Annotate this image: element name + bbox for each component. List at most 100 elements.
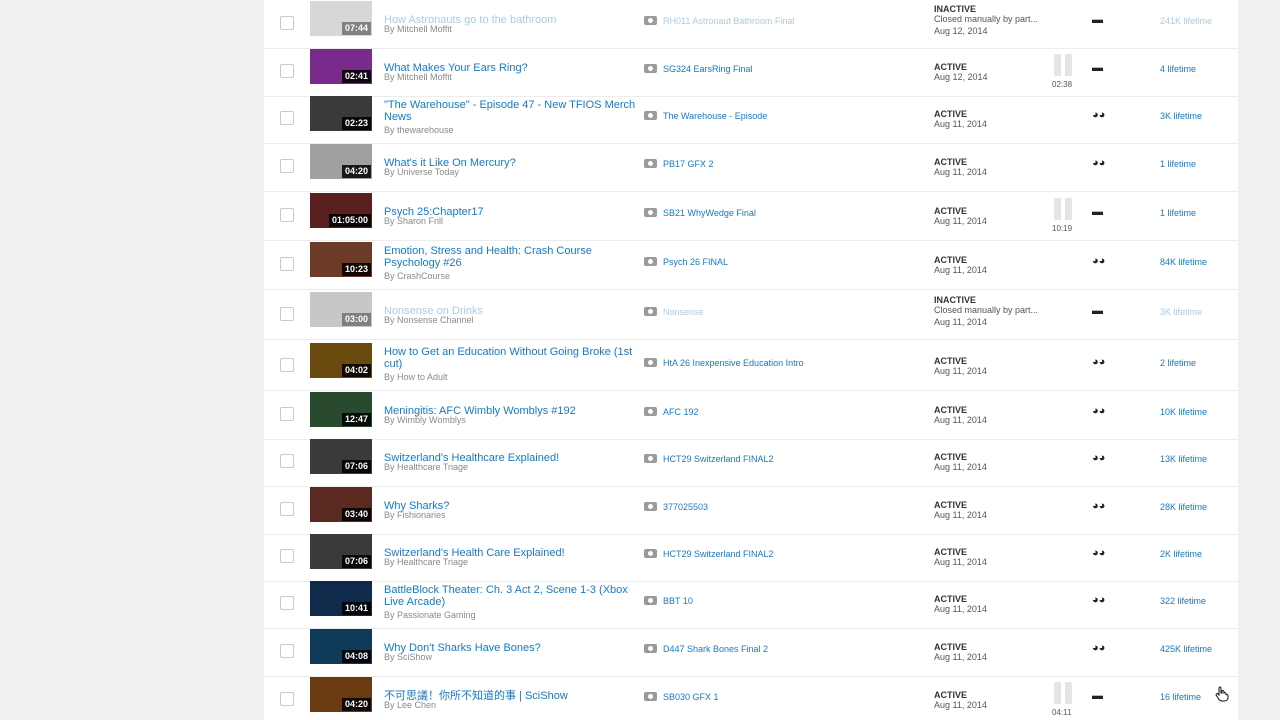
row-checkbox[interactable]	[280, 159, 294, 173]
table-row[interactable]: 07:06 Switzerland's Health Care Explaine…	[264, 533, 1238, 582]
table-row[interactable]: 07:44 How Astronauts go to the bathroom …	[264, 0, 1238, 49]
glasses-icon: ◕◕	[1092, 157, 1106, 169]
status-date: Aug 11, 2014	[934, 265, 987, 275]
video-title-link[interactable]: BattleBlock Theater: Ch. 3 Act 2, Scene …	[384, 584, 636, 608]
table-row[interactable]: 04:08 Why Don't Sharks Have Bones? By Sc…	[264, 628, 1238, 677]
row-checkbox[interactable]	[280, 407, 294, 421]
table-row[interactable]: 02:23 "The Warehouse" - Episode 47 - New…	[264, 95, 1238, 144]
ad-name-link[interactable]: SB21 WhyWedge Final	[663, 208, 756, 218]
hand-cursor-icon	[1215, 686, 1229, 702]
row-checkbox[interactable]	[280, 64, 294, 78]
table-row[interactable]: 03:40 Why Sharks? By Fishionaries 377025…	[264, 486, 1238, 535]
status-label: ACTIVE	[934, 547, 968, 557]
ad-name-link[interactable]: AFC 192	[663, 407, 699, 417]
ad-name-link[interactable]: HCT29 Switzerland FINAL2	[663, 549, 774, 559]
video-thumbnail[interactable]: 04:20	[310, 144, 372, 179]
row-checkbox[interactable]	[280, 16, 294, 30]
row-checkbox[interactable]	[280, 257, 294, 271]
bar-time: 02:38	[1052, 80, 1073, 89]
ad-name-link[interactable]: BBT 10	[663, 596, 693, 606]
video-title-link[interactable]: How to Get an Education Without Going Br…	[384, 346, 636, 370]
row-checkbox[interactable]	[280, 358, 294, 372]
camera-icon	[644, 407, 657, 416]
status-date: Aug 11, 2014	[934, 652, 987, 662]
table-row[interactable]: 03:00 Nonsense on Drinks By Nonsense Cha…	[264, 291, 1238, 340]
camera-icon	[644, 111, 657, 120]
ad-name-link[interactable]: RH011 Astronaut Bathroom Final	[663, 16, 794, 26]
video-thumbnail[interactable]: 01:05:00	[310, 193, 372, 228]
video-thumbnail[interactable]: 04:02	[310, 343, 372, 378]
mini-bar-chart	[1054, 54, 1072, 76]
video-thumbnail[interactable]: 07:06	[310, 439, 372, 474]
table-row[interactable]: 10:23 Emotion, Stress and Health: Crash …	[264, 241, 1238, 290]
ad-name-link[interactable]: 377025503	[663, 502, 708, 512]
row-checkbox[interactable]	[280, 644, 294, 658]
row-checkbox[interactable]	[280, 502, 294, 516]
lifetime-revenue: 425K lifetime	[1160, 644, 1213, 654]
glasses-icon: ▬	[1092, 62, 1103, 74]
camera-icon	[644, 358, 657, 367]
status-label: ACTIVE	[934, 206, 968, 216]
lifetime-revenue: 13K lifetime	[1160, 454, 1208, 464]
row-checkbox[interactable]	[280, 208, 294, 222]
duration-badge: 10:41	[341, 602, 371, 615]
ad-name-link[interactable]: SB030 GFX 1	[663, 692, 719, 702]
ad-name-link[interactable]: PB17 GFX 2	[663, 159, 714, 169]
camera-icon	[644, 208, 657, 217]
status-date: Aug 11, 2014	[934, 557, 987, 567]
duration-badge: 07:06	[341, 460, 371, 473]
video-author: By Lee Chen	[384, 700, 437, 710]
table-row[interactable]: 01:05:00 Psych 25:Chapter17 By Sharon Fr…	[264, 192, 1238, 241]
camera-icon	[644, 64, 657, 73]
video-title-link[interactable]: Emotion, Stress and Health: Crash Course…	[384, 245, 636, 269]
lifetime-revenue: 3K lifetime	[1160, 111, 1203, 121]
table-row[interactable]: 04:20 What's it Like On Mercury? By Univ…	[264, 143, 1238, 192]
ad-name-link[interactable]: D447 Shark Bones Final 2	[663, 644, 768, 654]
lifetime-revenue: 1 lifetime	[1160, 208, 1197, 218]
ad-name-link[interactable]: HCT29 Switzerland FINAL2	[663, 454, 774, 464]
ad-name-link[interactable]: Psych 26 FINAL	[663, 257, 728, 267]
video-thumbnail[interactable]: 02:41	[310, 49, 372, 84]
video-title-link[interactable]: "The Warehouse" - Episode 47 - New TFIOS…	[384, 99, 636, 123]
video-thumbnail[interactable]: 03:40	[310, 487, 372, 522]
duration-badge: 02:41	[341, 70, 371, 83]
camera-icon	[644, 549, 657, 558]
video-thumbnail[interactable]: 04:20	[310, 677, 372, 712]
video-author: By How to Adult	[384, 372, 448, 382]
table-row[interactable]: 02:41 What Makes Your Ears Ring? By Mitc…	[264, 48, 1238, 97]
row-checkbox[interactable]	[280, 307, 294, 321]
ad-name-link[interactable]: HtA 26 Inexpensive Education Intro	[663, 358, 804, 368]
ad-name-link[interactable]: Nonsense	[663, 307, 704, 317]
glasses-icon: ▬	[1092, 14, 1103, 26]
row-checkbox[interactable]	[280, 454, 294, 468]
video-thumbnail[interactable]: 03:00	[310, 292, 372, 327]
video-thumbnail[interactable]: 07:06	[310, 534, 372, 569]
table-row[interactable]: 07:06 Switzerland's Healthcare Explained…	[264, 438, 1238, 487]
video-thumbnail[interactable]: 02:23	[310, 96, 372, 131]
table-row[interactable]: 12:47 Meningitis: AFC Wimbly Womblys #19…	[264, 391, 1238, 440]
video-thumbnail[interactable]: 07:44	[310, 1, 372, 36]
row-checkbox[interactable]	[280, 549, 294, 563]
status-date: Aug 11, 2014	[934, 415, 987, 425]
ad-name-link[interactable]: SG324 EarsRing Final	[663, 64, 753, 74]
lifetime-revenue: 16 lifetime	[1160, 692, 1202, 702]
table-row[interactable]: 10:41 BattleBlock Theater: Ch. 3 Act 2, …	[264, 580, 1238, 629]
table-row[interactable]: 04:20 不可思議！你所不知道的事 | SciShow By Lee Chen…	[264, 676, 1238, 720]
lifetime-revenue: 84K lifetime	[1160, 257, 1208, 267]
lifetime-revenue: 4 lifetime	[1160, 64, 1197, 74]
glasses-icon: ◕◕	[1092, 594, 1106, 606]
video-thumbnail[interactable]: 10:23	[310, 242, 372, 277]
row-checkbox[interactable]	[280, 692, 294, 706]
table-row[interactable]: 04:02 How to Get an Education Without Go…	[264, 342, 1238, 391]
video-author: By Healthcare Triage	[384, 462, 469, 472]
video-author: By Sharon Frill	[384, 216, 444, 226]
status-label: ACTIVE	[934, 642, 968, 652]
video-thumbnail[interactable]: 12:47	[310, 392, 372, 427]
row-checkbox[interactable]	[280, 111, 294, 125]
video-thumbnail[interactable]: 10:41	[310, 581, 372, 616]
ad-name-link[interactable]: The Warehouse - Episode	[663, 111, 767, 121]
status-label: ACTIVE	[934, 405, 968, 415]
row-checkbox[interactable]	[280, 596, 294, 610]
video-thumbnail[interactable]: 04:08	[310, 629, 372, 664]
video-author: By CrashCourse	[384, 271, 451, 281]
